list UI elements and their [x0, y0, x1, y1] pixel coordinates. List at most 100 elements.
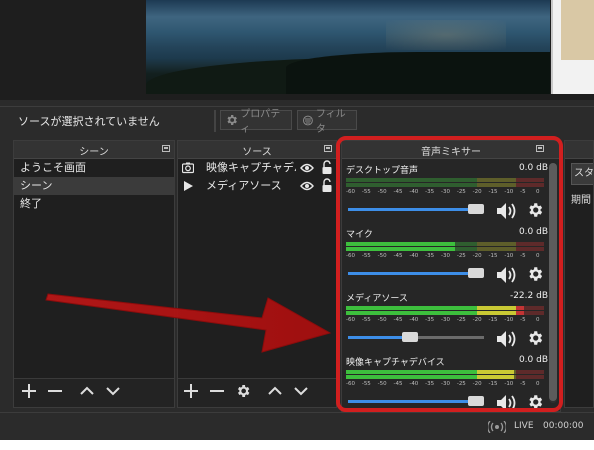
meter-scale: -60 -55 -50 -45 -40 -35 -30 -25 -20 -15 -10 -5 0 [346, 253, 544, 261]
move-scene-up-button[interactable] [78, 383, 96, 401]
meter-scale: -60 -55 -50 -45 -40 -35 -30 -25 -20 -15 -10 -5 0 [346, 189, 544, 197]
scale-tick-label: -60 [346, 189, 355, 195]
scale-tick-label: -45 [393, 189, 403, 195]
eye-icon[interactable] [300, 180, 314, 192]
remove-scene-button[interactable] [46, 383, 64, 401]
volume-slider[interactable] [348, 204, 484, 214]
status-bar: LIVE 00:00:00 [0, 412, 594, 440]
volume-slider[interactable] [348, 396, 484, 406]
filters-button[interactable]: フィルタ [297, 109, 357, 135]
scale-tick-label: -55 [361, 253, 371, 259]
scale-tick-label: -45 [393, 381, 403, 387]
mixer-channel: 映像キャプチャデバイス 0.0 dB -60 -55 -50 -45 -40 -35 -30 -2… [346, 355, 548, 417]
meter-zone [476, 178, 517, 182]
volume-slider[interactable] [348, 268, 484, 278]
filter-icon [302, 115, 313, 125]
scale-tick-label: 0 [536, 381, 540, 387]
scene-item-selected[interactable]: シーン [14, 177, 174, 195]
sources-list: 映像キャプチャデバ メディアソース [178, 159, 336, 195]
add-scene-button[interactable] [20, 383, 38, 401]
meter-zone [516, 183, 544, 187]
meter-scale: -60 -55 -50 -45 -40 -35 -30 -25 -20 -15 -10 -5 0 [346, 317, 544, 325]
scale-tick-label: -10 [504, 317, 514, 323]
scale-tick-label: -20 [472, 253, 482, 259]
channel-db: -22.2 dB [509, 291, 548, 301]
scenes-list: ようこそ画面 シーン 終了 [14, 159, 174, 213]
speaker-icon[interactable] [496, 201, 518, 221]
broadcast-icon [488, 421, 506, 433]
scale-tick-label: -40 [409, 253, 419, 259]
unlock-icon[interactable] [321, 178, 333, 193]
eye-icon[interactable] [300, 162, 314, 174]
gear-icon[interactable] [526, 201, 544, 219]
source-properties-button[interactable] [234, 383, 252, 401]
source-label: メディアソース [206, 179, 282, 192]
scale-tick-label: -35 [425, 253, 435, 259]
gear-icon[interactable] [526, 265, 544, 283]
scenes-dock: シーン ようこそ画面 シーン 終了 [13, 140, 175, 408]
scale-tick-label: -35 [425, 381, 435, 387]
meter-level [346, 247, 455, 251]
mixer-scrollbar[interactable] [549, 163, 557, 403]
speaker-icon[interactable] [496, 265, 518, 285]
meter-level [346, 311, 477, 315]
scale-tick-label: -35 [425, 189, 435, 195]
remove-source-button[interactable] [208, 383, 226, 401]
volume-slider-handle[interactable] [468, 204, 484, 214]
camera-icon [182, 162, 194, 174]
float-icon[interactable] [536, 145, 544, 152]
volume-slider[interactable] [348, 332, 484, 342]
scrollbar-thumb[interactable] [549, 163, 557, 401]
volume-slider-handle[interactable] [402, 332, 418, 342]
scale-tick-label: -15 [488, 317, 498, 323]
scene-item[interactable]: ようこそ画面 [14, 159, 174, 177]
source-item[interactable]: 映像キャプチャデバ [178, 159, 336, 177]
speaker-icon[interactable] [496, 393, 518, 413]
channel-db: 0.0 dB [518, 163, 548, 173]
meter-zone [476, 183, 517, 187]
move-source-down-button[interactable] [292, 383, 310, 401]
scale-tick-label: -25 [456, 253, 466, 259]
float-icon[interactable] [162, 145, 170, 152]
volume-slider-handle[interactable] [468, 268, 484, 278]
meter-level [476, 370, 515, 374]
start-streaming-button[interactable]: スタ [571, 163, 593, 185]
channel-db: 0.0 dB [518, 227, 548, 237]
volume-slider-handle[interactable] [468, 396, 484, 406]
gear-icon[interactable] [526, 329, 544, 347]
live-time: 00:00:00 [543, 421, 584, 431]
scale-tick-label: -15 [488, 189, 498, 195]
properties-label: プロパティ [240, 109, 281, 135]
scale-tick-label: -30 [441, 381, 450, 387]
properties-button[interactable]: プロパティ [220, 109, 292, 135]
scale-tick-label: -35 [425, 317, 435, 323]
channel-name: 映像キャプチャデバイス [346, 358, 445, 368]
minus-icon [48, 390, 62, 392]
channel-name: メディアソース [346, 294, 408, 304]
scene-item[interactable]: 終了 [14, 195, 174, 213]
mixer-dock-title: 音声ミキサー [342, 141, 560, 159]
float-icon[interactable] [324, 145, 332, 152]
volume-meter [346, 176, 544, 188]
unlock-icon[interactable] [321, 160, 333, 175]
preview-canvas[interactable] [146, 0, 550, 94]
scale-tick-label: -45 [393, 317, 403, 323]
volume-meter [346, 304, 544, 316]
move-source-up-button[interactable] [266, 383, 284, 401]
add-source-button[interactable] [182, 383, 200, 401]
channel-db: 0.0 dB [518, 355, 548, 365]
preview-side-panel [551, 0, 594, 94]
scale-tick-label: -10 [504, 189, 514, 195]
meter-zone [516, 370, 544, 374]
mixer-channel: デスクトップ音声 0.0 dB -60 -55 -50 -45 -40 -35 -30 -25 -2… [346, 163, 548, 225]
scale-tick-label: -25 [456, 189, 466, 195]
sources-footer [178, 378, 336, 407]
gear-icon[interactable] [526, 393, 544, 411]
scale-tick-label: -20 [472, 189, 482, 195]
chevron-up-icon [268, 386, 282, 395]
scale-tick-label: -10 [504, 253, 514, 259]
speaker-icon[interactable] [496, 329, 518, 349]
move-scene-down-button[interactable] [104, 383, 122, 401]
source-item[interactable]: メディアソース [178, 177, 336, 195]
source-label: 映像キャプチャデバ [206, 161, 296, 174]
